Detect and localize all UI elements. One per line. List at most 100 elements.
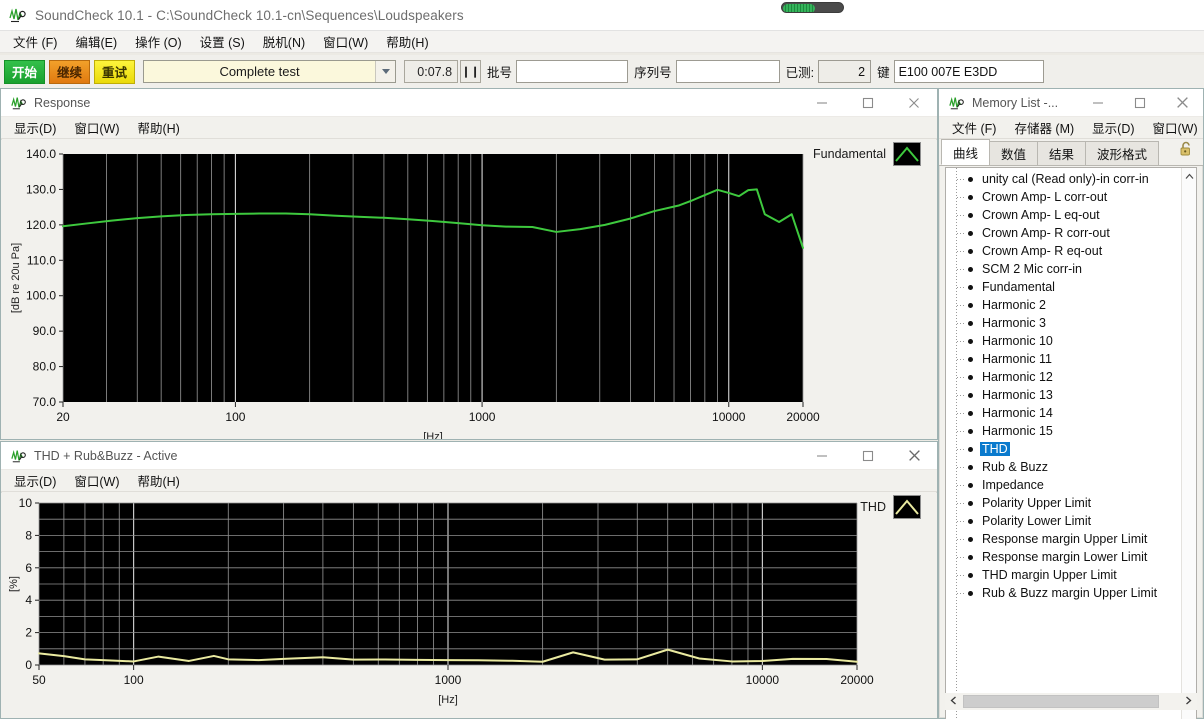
menu-edit[interactable]: 编辑(E) [66,32,126,51]
memory-list-item[interactable]: SCM 2 Mic corr-in [946,260,1196,278]
bullet-icon [968,482,973,488]
memory-list-window: Memory List -... 文件 (F) 存储器 (M) 显示(D) 窗口… [938,88,1204,719]
thd-menu-window[interactable]: 窗口(W) [65,471,128,490]
close-icon[interactable] [1161,89,1203,116]
pause-button[interactable]: ❙❙ [460,60,482,83]
batch-input[interactable] [516,60,629,83]
memory-menu-storage[interactable]: 存储器 (M) [1005,118,1083,137]
start-button[interactable]: 开始 [4,59,46,84]
svg-text:4: 4 [25,593,32,607]
retry-button[interactable]: 重试 [94,59,136,84]
app-title: SoundCheck 10.1 - C:\SoundCheck 10.1-cn\… [35,7,464,23]
menu-window[interactable]: 窗口(W) [314,32,377,51]
memory-list-item[interactable]: THD margin Upper Limit [946,566,1196,584]
memory-list-item[interactable]: Harmonic 13 [946,386,1196,404]
memory-list-item-label: Rub & Buzz [982,460,1049,474]
memory-list-item[interactable]: Harmonic 11 [946,350,1196,368]
maximize-icon[interactable] [1119,89,1161,116]
memory-menu-window[interactable]: 窗口(W) [1144,118,1204,137]
thd-plot[interactable]: THD 10 8 6 4 2 0 50 100 1000 10000 20000 [Hz] [%] [1,493,937,718]
minimize-icon[interactable] [1077,89,1119,116]
memory-list-item[interactable]: Harmonic 12 [946,368,1196,386]
bullet-icon [968,194,973,200]
svg-text:10000: 10000 [746,673,780,687]
bullet-icon [968,446,973,452]
svg-text:[dB re 20u Pa]: [dB re 20u Pa] [10,243,22,313]
memory-list-item[interactable]: Harmonic 3 [946,314,1196,332]
memory-list-item[interactable]: Harmonic 10 [946,332,1196,350]
memory-list-item[interactable]: Crown Amp- L corr-out [946,188,1196,206]
tab-results[interactable]: 结果 [1037,141,1087,165]
serial-label: 序列号 [634,66,672,80]
thd-menu-display[interactable]: 显示(D) [5,471,65,490]
memory-list-item[interactable]: Rub & Buzz margin Upper Limit [946,584,1196,602]
memory-list-horizontal-scrollbar[interactable] [945,693,1197,710]
maximize-icon[interactable] [845,442,891,469]
close-icon[interactable] [891,442,937,469]
memory-list-item[interactable]: Impedance [946,476,1196,494]
memory-menu-display[interactable]: 显示(D) [1083,118,1143,137]
memory-list-vertical-scrollbar[interactable] [1181,168,1196,719]
menu-operate[interactable]: 操作 (O) [126,32,191,51]
response-menu-display[interactable]: 显示(D) [5,118,65,137]
thd-menu-help[interactable]: 帮助(H) [128,471,188,490]
svg-text:10000: 10000 [712,410,746,424]
thd-plot-canvas[interactable]: 10 8 6 4 2 050 100 1000 10000 20000 [Hz] [%] [1,493,937,718]
close-icon[interactable] [891,89,937,116]
memory-list-item[interactable]: Polarity Lower Limit [946,512,1196,530]
memory-list-item[interactable]: Harmonic 15 [946,422,1196,440]
sequence-select[interactable]: Complete test [143,60,397,83]
memory-list-item[interactable]: Fundamental [946,278,1196,296]
response-menu-help[interactable]: 帮助(H) [128,118,188,137]
menu-file[interactable]: 文件 (F) [4,32,66,51]
bullet-icon [968,428,973,434]
key-input[interactable]: E100 007E E3DD [893,60,1044,83]
menu-help[interactable]: 帮助(H) [377,32,437,51]
sequence-select-value: Complete test [219,64,300,79]
unlock-icon[interactable] [1179,141,1194,162]
menu-offline[interactable]: 脱机(N) [254,32,314,51]
minimize-icon[interactable] [799,89,845,116]
memory-menu-file[interactable]: 文件 (F) [943,118,1005,137]
svg-text:100: 100 [225,410,245,424]
tab-values[interactable]: 数值 [989,141,1039,165]
minimize-icon[interactable] [799,442,845,469]
horizontal-scroll-thumb[interactable] [963,695,1159,708]
memory-list-item[interactable]: THD [946,440,1196,458]
tab-curves[interactable]: 曲线 [941,139,991,165]
response-plot[interactable]: Fundamental 140.0 130.0 120.0 110.0 100.0 90.… [1,140,937,439]
memory-list-item[interactable]: unity cal (Read only)-in corr-in [946,170,1196,188]
memory-list-box[interactable]: unity cal (Read only)-in corr-in Crown Am… [945,167,1197,719]
thd-window-menubar: 显示(D) 窗口(W) 帮助(H) [1,470,937,492]
memory-list-item[interactable]: Crown Amp- R corr-out [946,224,1196,242]
svg-text:70.0: 70.0 [33,395,57,409]
continue-button[interactable]: 继续 [49,59,91,84]
scroll-left-icon[interactable] [945,696,962,708]
memory-list-item[interactable]: Response margin Upper Limit [946,530,1196,548]
chevron-down-icon[interactable] [375,61,396,82]
memory-list-item[interactable]: Crown Amp- L eq-out [946,206,1196,224]
serial-input[interactable] [675,60,780,83]
svg-text:20000: 20000 [840,673,874,687]
scroll-right-icon[interactable] [1180,696,1197,708]
response-menu-window[interactable]: 窗口(W) [65,118,128,137]
memory-list-item[interactable]: Response margin Lower Limit [946,548,1196,566]
svg-text:[%]: [%] [8,576,20,592]
tab-waveform-format[interactable]: 波形格式 [1085,141,1160,165]
scroll-up-icon[interactable] [1185,168,1194,184]
maximize-icon[interactable] [845,89,891,116]
memory-window-menubar: 文件 (F) 存储器 (M) 显示(D) 窗口(W) 帮 [939,117,1203,139]
svg-text:10: 10 [19,496,33,510]
memory-list-item[interactable]: Harmonic 14 [946,404,1196,422]
response-plot-canvas[interactable]: 140.0 130.0 120.0 110.0 100.0 90.0 80.0 70.020 1… [1,140,937,439]
memory-list-item[interactable]: Polarity Upper Limit [946,494,1196,512]
memory-list-item-label: Harmonic 15 [982,424,1053,438]
memory-list-item[interactable]: Harmonic 2 [946,296,1196,314]
memory-list-item[interactable]: Crown Amp- R eq-out [946,242,1196,260]
response-window: Response 显示(D) 窗口(W) 帮助(H) Fundamental 1… [0,88,938,440]
svg-text:20: 20 [56,410,70,424]
bullet-icon [968,284,973,290]
memory-list-item[interactable]: Rub & Buzz [946,458,1196,476]
soundcheck-logo-icon [11,95,27,111]
menu-settings[interactable]: 设置 (S) [191,32,254,51]
